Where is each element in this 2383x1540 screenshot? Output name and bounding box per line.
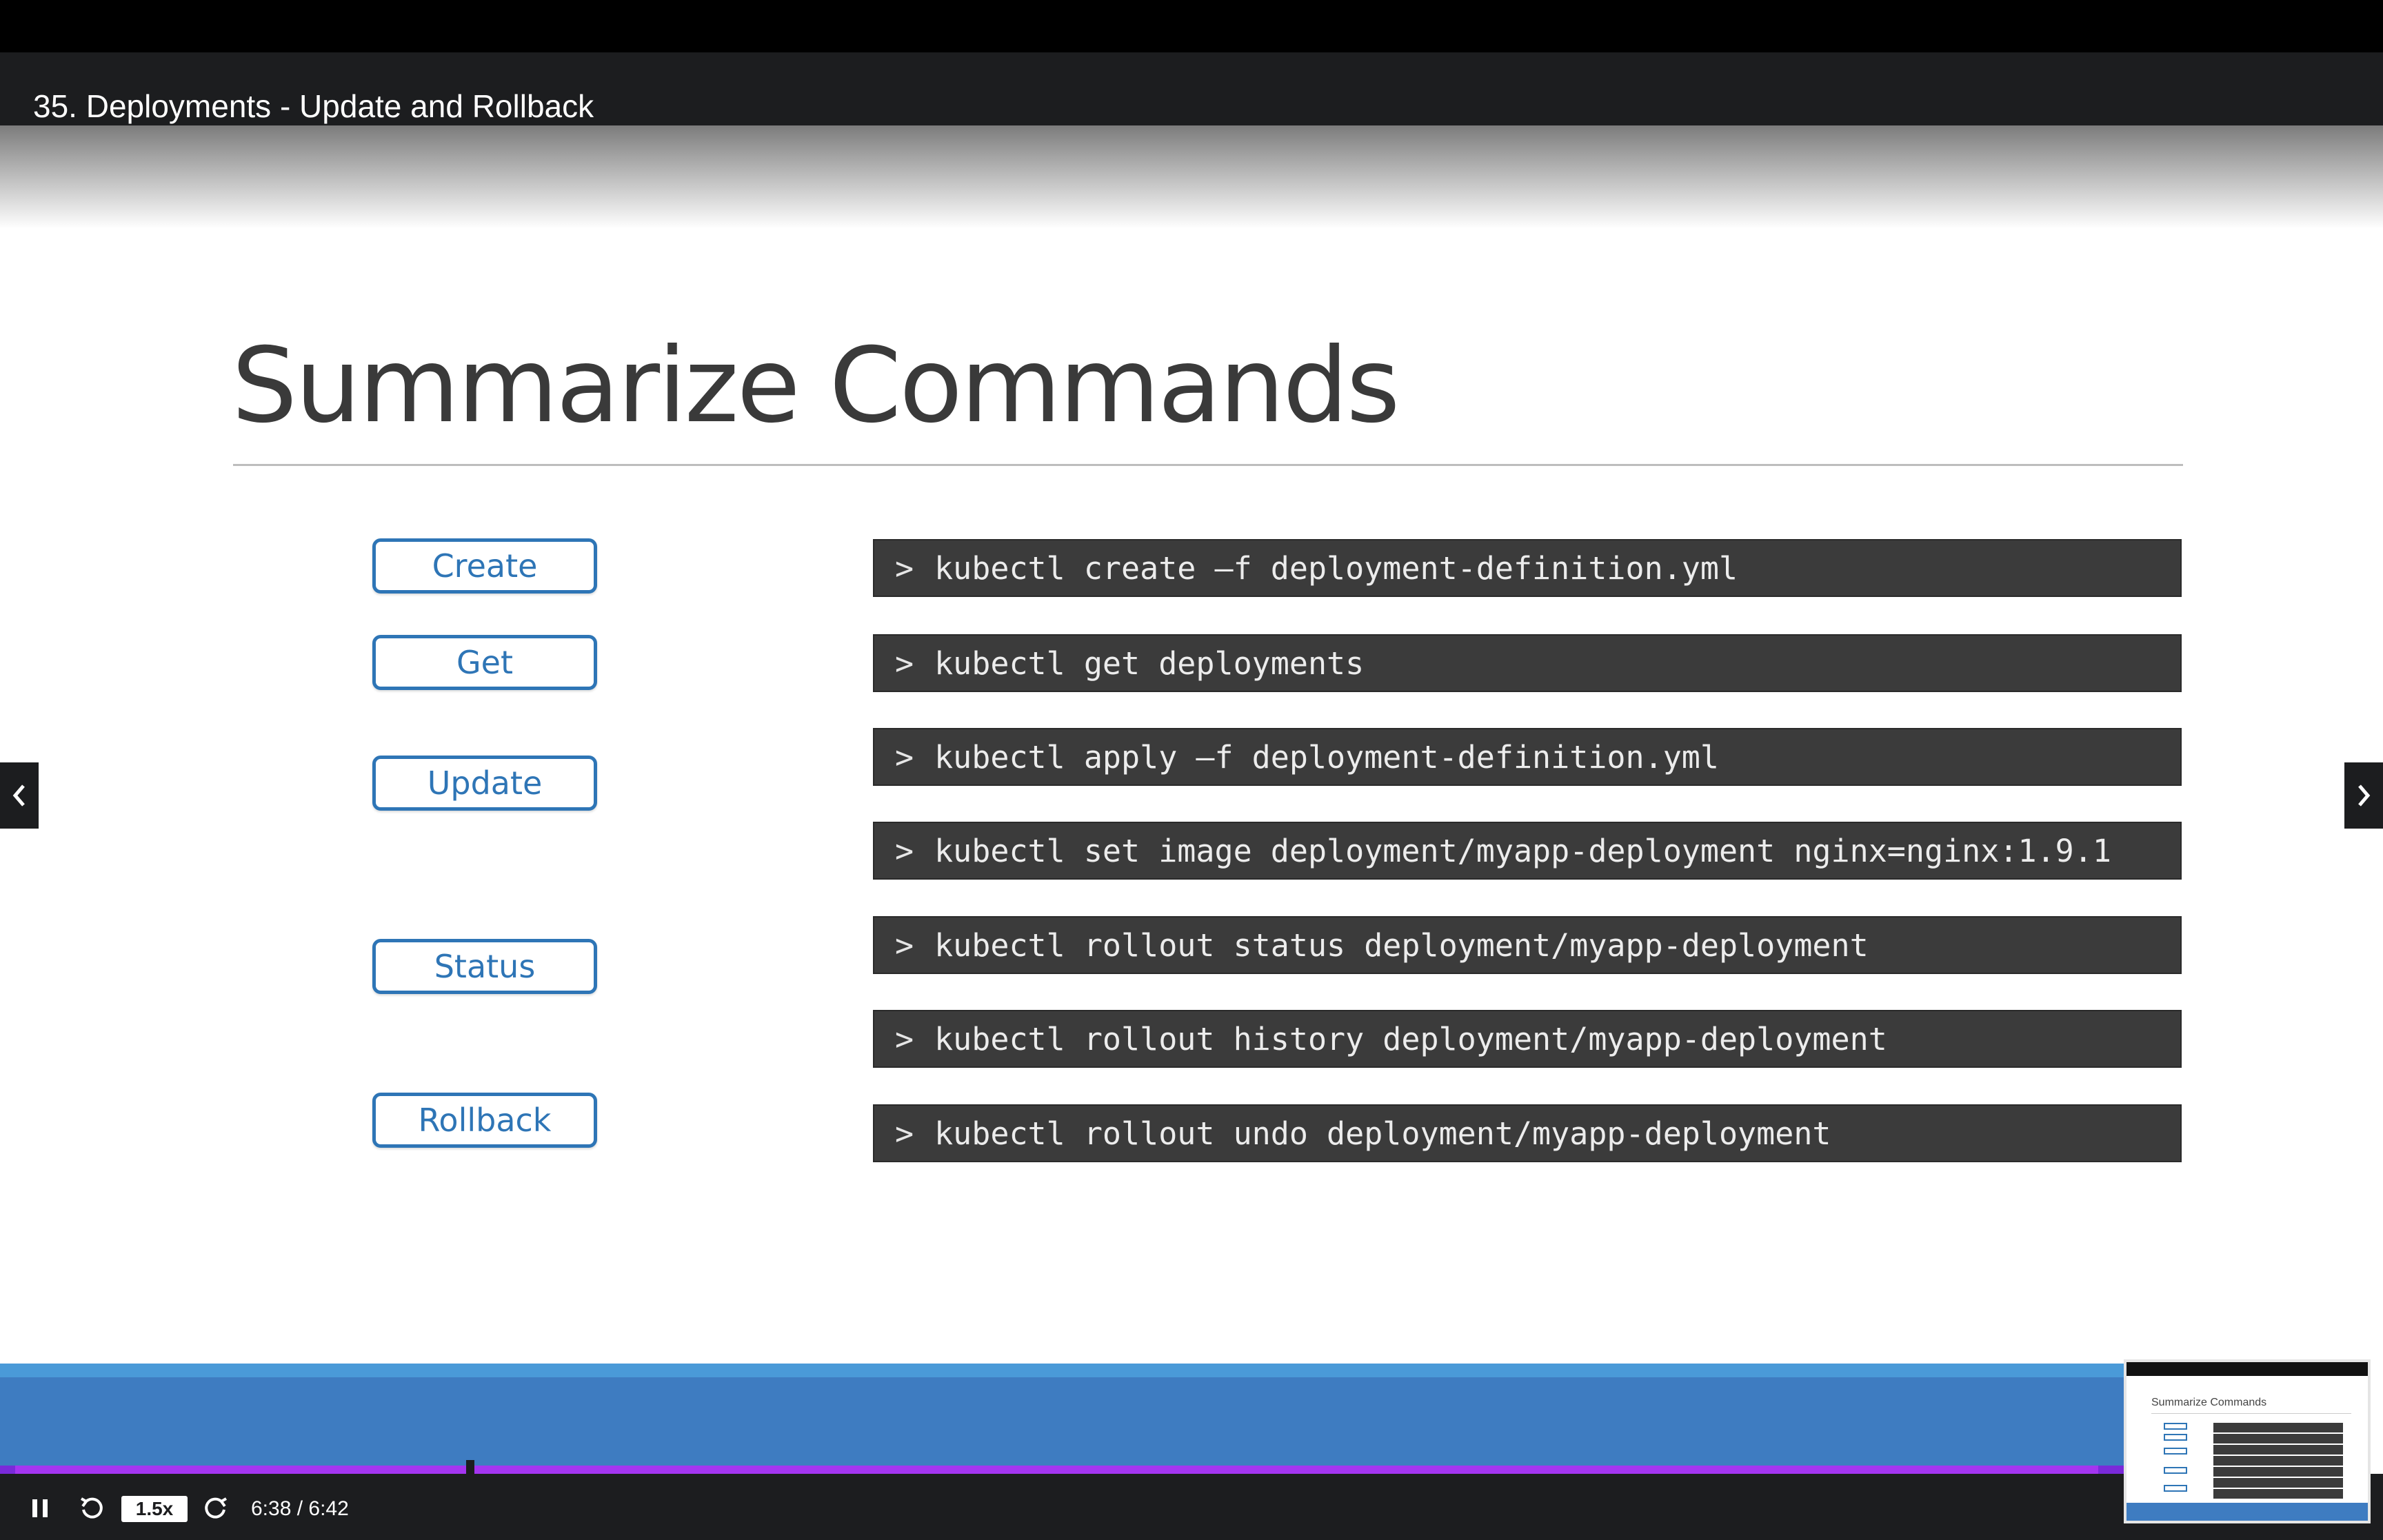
- lecture-title: 35. Deployments - Update and Rollback: [33, 88, 594, 124]
- rewind-icon: [81, 1497, 103, 1519]
- title-divider: [233, 464, 2183, 466]
- command-text: kubectl create –f deployment-definition.…: [934, 549, 1738, 587]
- slide-title: Summarize Commands: [232, 326, 1400, 446]
- progress-fill: [15, 1466, 2098, 1474]
- thumbnail-command: [2213, 1445, 2343, 1455]
- thumbnail-label: [2164, 1485, 2187, 1492]
- prompt-symbol: >: [895, 926, 914, 964]
- title-gradient: [0, 125, 2383, 229]
- command-line: > kubectl apply –f deployment-definition…: [873, 728, 2182, 786]
- next-slide-thumbnail[interactable]: Summarize Commands: [2124, 1359, 2371, 1523]
- thumbnail-label: [2164, 1434, 2187, 1441]
- label-create: Create: [372, 538, 597, 594]
- chevron-right-icon: [2358, 784, 2371, 807]
- label-status: Status: [372, 939, 597, 994]
- thumbnail-bottom-band: [2126, 1503, 2368, 1521]
- prompt-symbol: >: [895, 549, 914, 587]
- command-line: > kubectl create –f deployment-definitio…: [873, 539, 2182, 597]
- player-controls: [0, 1474, 2383, 1540]
- thumbnail-command: [2213, 1478, 2343, 1488]
- pause-button[interactable]: [25, 1492, 55, 1525]
- prompt-symbol: >: [895, 738, 914, 776]
- command-text: kubectl get deployments: [934, 645, 1365, 682]
- label-update: Update: [372, 756, 597, 811]
- forward-icon: [205, 1497, 227, 1519]
- previous-lecture-button[interactable]: [0, 762, 39, 829]
- command-line: > kubectl set image deployment/myapp-dep…: [873, 822, 2182, 880]
- thumbnail-title: Summarize Commands: [2151, 1397, 2267, 1408]
- thumbnail-label: [2164, 1467, 2187, 1474]
- pause-icon: [32, 1499, 48, 1517]
- playback-speed-button[interactable]: 1.5x: [121, 1496, 188, 1522]
- next-lecture-button[interactable]: [2344, 762, 2383, 829]
- thumbnail-label: [2164, 1448, 2187, 1455]
- rewind-button[interactable]: [74, 1492, 109, 1525]
- command-text: kubectl rollout status deployment/myapp-…: [934, 926, 1869, 964]
- thumbnail-command: [2213, 1489, 2343, 1499]
- thumbnail-divider: [2151, 1413, 2351, 1414]
- progress-bookmark[interactable]: [466, 1460, 474, 1475]
- thumbnail-command: [2213, 1456, 2343, 1466]
- thumbnail-command: [2213, 1467, 2343, 1477]
- prompt-symbol: >: [895, 832, 914, 869]
- top-black-bar: [0, 0, 2383, 52]
- thumbnail-command: [2213, 1423, 2343, 1432]
- command-line: > kubectl get deployments: [873, 634, 2182, 692]
- thumbnail-command: [2213, 1434, 2343, 1443]
- command-text: kubectl apply –f deployment-definition.y…: [934, 738, 1719, 776]
- command-text: kubectl rollout history deployment/myapp…: [934, 1020, 1887, 1057]
- label-rollback: Rollback: [372, 1093, 597, 1148]
- prompt-symbol: >: [895, 1115, 914, 1152]
- prompt-symbol: >: [895, 1020, 914, 1057]
- command-text: kubectl set image deployment/myapp-deplo…: [934, 832, 2111, 869]
- time-display: 6:38 / 6:42: [251, 1497, 349, 1520]
- label-get: Get: [372, 635, 597, 690]
- command-text: kubectl rollout undo deployment/myapp-de…: [934, 1115, 1831, 1152]
- video-bottom-band: [0, 1364, 2124, 1467]
- command-line: > kubectl rollout history deployment/mya…: [873, 1010, 2182, 1068]
- forward-button[interactable]: [199, 1492, 233, 1525]
- thumbnail-top-bar: [2126, 1362, 2368, 1376]
- thumbnail-label: [2164, 1423, 2187, 1430]
- command-line: > kubectl rollout undo deployment/myapp-…: [873, 1104, 2182, 1162]
- prompt-symbol: >: [895, 645, 914, 682]
- chevron-left-icon: [12, 784, 25, 807]
- command-line: > kubectl rollout status deployment/myap…: [873, 916, 2182, 974]
- video-bottom-band-highlight: [0, 1364, 2124, 1377]
